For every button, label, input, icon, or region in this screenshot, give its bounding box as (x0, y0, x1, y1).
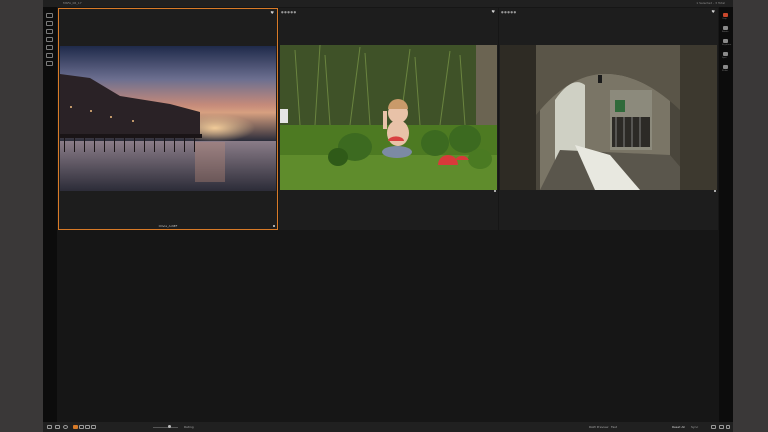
thumbnail-pier-sunset (60, 46, 276, 191)
proof-select[interactable]: Fast (611, 422, 617, 432)
app-window: MSFA_06_17 1 Selected - 3 Total Olivia_A… (43, 0, 733, 432)
keystone-tool[interactable]: Keystone (722, 39, 732, 46)
bottom-toolbar: Rating RAW Preview Fast Reset All Sync (43, 422, 733, 432)
heart-icon[interactable]: ♥ (711, 10, 715, 14)
thumbnail-baby-watermelons (280, 45, 497, 190)
variant-cell-3[interactable]: ●●●●● ♥ (499, 8, 718, 230)
keystone-label: Keystone (722, 44, 732, 46)
compare-icon[interactable] (73, 425, 78, 429)
variant-filename: Olivia_A.NEF (158, 224, 178, 228)
picker-icon (723, 65, 728, 69)
crop-icon (723, 13, 728, 17)
info-icon[interactable] (711, 425, 716, 429)
import-icon[interactable] (46, 13, 53, 18)
fullscreen-icon[interactable] (91, 425, 96, 429)
picker-label: Picker (722, 70, 728, 72)
rotate-icon (723, 26, 728, 30)
thumbnail-stone-arch (500, 45, 717, 190)
export-icon[interactable] (46, 53, 53, 58)
viewer-area: Olivia_A.NEF ♥ ●●●●● ♥ ●●●●● ♥ (57, 7, 719, 422)
heart-icon[interactable]: ♥ (270, 11, 274, 15)
picker-tool[interactable]: Picker (722, 65, 729, 72)
close-panel-icon[interactable] (726, 425, 730, 429)
title-bar: MSFA_06_17 1 Selected - 3 Total (43, 0, 733, 7)
viewer-icon[interactable] (47, 425, 52, 429)
reset-all-button[interactable]: Reset All (672, 422, 685, 432)
slider-knob[interactable] (168, 425, 171, 428)
proof-label: RAW Preview (589, 425, 609, 429)
rating-filter-label[interactable]: Rating (184, 422, 194, 432)
layout-icon[interactable] (46, 61, 53, 66)
filmstrip-icon[interactable] (85, 425, 90, 429)
list-icon[interactable] (79, 425, 84, 429)
spot-label: Spot (722, 57, 727, 59)
rating-stars[interactable]: ●●●●● (281, 10, 297, 14)
selection-count: 1 Selected - 3 Total (696, 1, 725, 5)
variant-cell-1[interactable]: Olivia_A.NEF ♥ (58, 8, 278, 230)
resize-corner-icon[interactable] (494, 190, 496, 192)
process-icon[interactable] (46, 45, 53, 50)
folder-icon[interactable] (46, 21, 53, 26)
right-toolbar: Crop Rotate Keystone Spot Picker (719, 7, 733, 422)
variant-cell-2[interactable]: ●●●●● ♥ (279, 8, 498, 230)
panel-toggle-icon[interactable] (719, 425, 724, 429)
focus-icon[interactable] (63, 425, 68, 429)
crop-tool[interactable]: Crop (722, 13, 729, 20)
crop-label: Crop (722, 18, 727, 20)
spot-tool[interactable]: Spot (722, 52, 729, 59)
sync-button[interactable]: Sync (691, 422, 698, 432)
capture-icon[interactable] (46, 37, 53, 42)
library-icon[interactable] (46, 29, 53, 34)
keystone-icon (723, 39, 728, 43)
rotate-label: Rotate (722, 31, 729, 33)
left-toolbar (43, 7, 57, 422)
resize-corner-icon[interactable] (273, 225, 275, 227)
rating-stars[interactable]: ●●●●● (501, 10, 517, 14)
thumbnail-size-slider[interactable] (153, 425, 178, 428)
resize-corner-icon[interactable] (714, 190, 716, 192)
rotate-tool[interactable]: Rotate (722, 26, 729, 33)
heart-icon[interactable]: ♥ (491, 10, 495, 14)
spot-icon (723, 52, 728, 56)
session-title: MSFA_06_17 (63, 1, 82, 5)
grid-icon[interactable] (55, 425, 60, 429)
